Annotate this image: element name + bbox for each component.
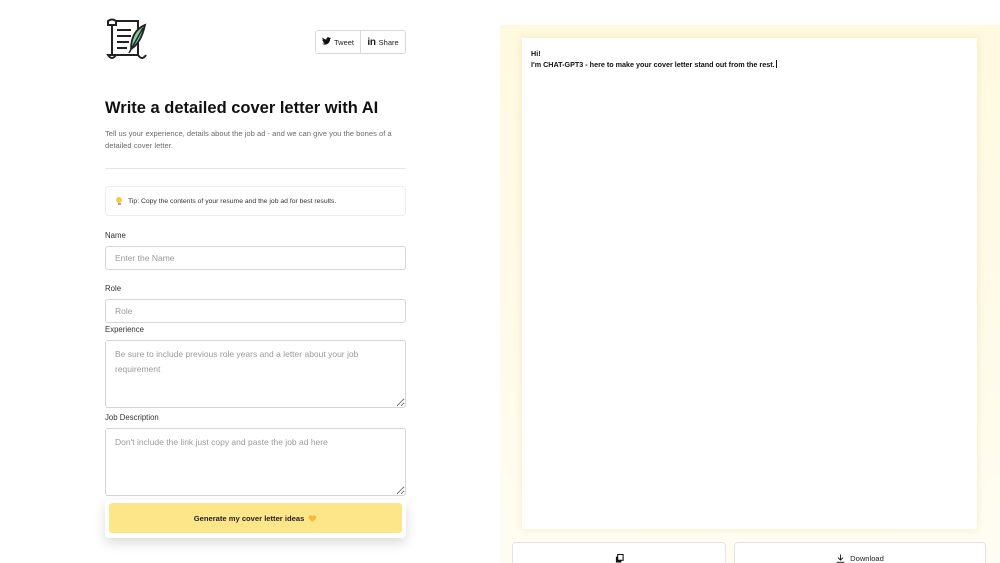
job-description-label: Job Description xyxy=(105,413,159,422)
generate-button[interactable]: Generate my cover letter ideas xyxy=(109,503,402,533)
role-label: Role xyxy=(105,284,122,293)
tweet-button[interactable]: Tweet xyxy=(316,31,360,53)
lightbulb-icon xyxy=(116,196,122,206)
download-label: Download xyxy=(850,554,884,563)
form-panel: Tweet in Share Write a detailed cover le… xyxy=(105,0,406,563)
divider xyxy=(105,168,406,169)
experience-textarea[interactable] xyxy=(105,340,406,408)
tweet-label: Tweet xyxy=(333,37,354,47)
tip-box: Tip: Copy the contents of your resume an… xyxy=(105,186,406,216)
scroll-quill-icon xyxy=(105,17,149,65)
social-share-group: Tweet in Share xyxy=(315,30,406,54)
generate-button-container: Generate my cover letter ideas xyxy=(105,500,406,538)
output-text-area[interactable]: Hi! I'm CHAT-GPT3 - here to make your co… xyxy=(522,38,977,529)
name-label: Name xyxy=(105,231,126,240)
output-panel: Hi! I'm CHAT-GPT3 - here to make your co… xyxy=(500,25,1000,563)
download-button[interactable]: Download xyxy=(734,542,986,563)
output-intro-line: I'm CHAT-GPT3 - here to make your cover … xyxy=(531,59,968,70)
output-intro-text: I'm CHAT-GPT3 - here to make your cover … xyxy=(531,60,775,69)
page-subtitle: Tell us your experience, details about t… xyxy=(105,129,392,150)
text-caret xyxy=(775,60,777,68)
yellow-heart-icon xyxy=(308,514,317,522)
clipboard-icon xyxy=(615,554,624,563)
role-input[interactable] xyxy=(105,299,406,323)
twitter-icon xyxy=(321,37,331,47)
linkedin-icon: in xyxy=(367,36,376,48)
download-icon xyxy=(836,554,845,563)
name-input[interactable] xyxy=(105,246,406,270)
job-description-textarea[interactable] xyxy=(105,428,406,496)
experience-label: Experience xyxy=(105,325,145,334)
linkedin-share-button[interactable]: in Share xyxy=(360,31,405,53)
generate-button-label: Generate my cover letter ideas xyxy=(193,513,305,523)
output-greeting: Hi! xyxy=(531,49,541,58)
tip-text: Tip: Copy the contents of your resume an… xyxy=(128,197,337,205)
copy-button[interactable] xyxy=(512,542,726,563)
page-title: Write a detailed cover letter with AI xyxy=(105,99,379,117)
share-label: Share xyxy=(378,37,399,47)
